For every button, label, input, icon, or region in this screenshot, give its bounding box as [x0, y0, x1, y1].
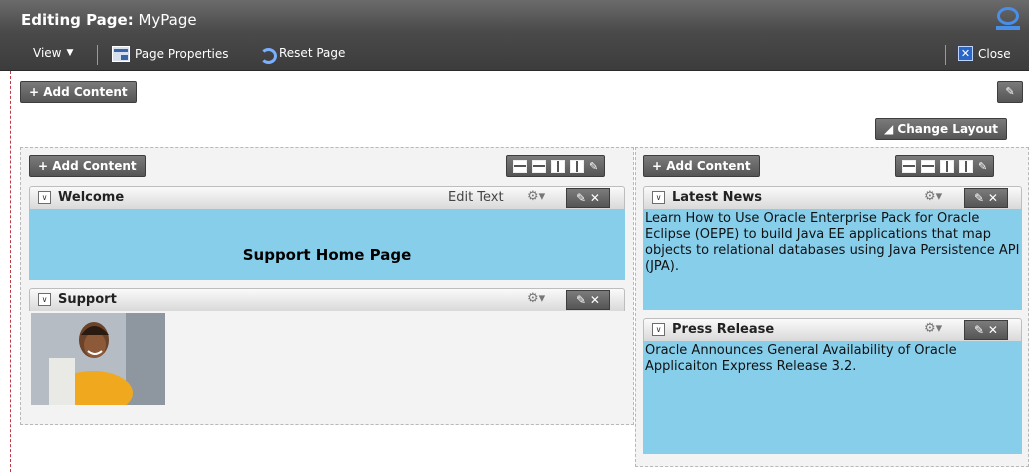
layout-columns-icon[interactable]	[940, 159, 954, 173]
support-agent-image	[31, 313, 165, 405]
gear-icon[interactable]: ⚙▾	[924, 321, 942, 336]
portlet-body: Oracle Announces General Availability of…	[643, 341, 1022, 454]
collapse-icon[interactable]: ∨	[652, 191, 665, 204]
portlet-body: Support Home Page	[29, 209, 625, 280]
right-column: + Add Content ✎ ∨ Latest News ⚙▾ ✎ ✕ Lea…	[635, 147, 1029, 467]
portlet-edit-close-buttons[interactable]: ✎ ✕	[566, 188, 610, 208]
edit-page-button[interactable]: ✎	[997, 81, 1023, 103]
page-properties-icon	[112, 46, 130, 62]
portlet-header: ∨ Press Release ⚙▾ ✎ ✕	[643, 318, 1022, 342]
page-editor-header: Editing Page: MyPage View ▼ Page Propert…	[0, 0, 1029, 71]
pencil-icon[interactable]: ✎	[589, 160, 598, 173]
add-content-button[interactable]: + Add Content	[29, 155, 146, 177]
portlet-title: Latest News	[672, 190, 763, 205]
portlet-title: Press Release	[672, 322, 775, 337]
page-properties-button[interactable]: Page Properties	[112, 46, 229, 62]
close-icon: ✕	[958, 46, 973, 61]
oracle-o-icon	[996, 7, 1020, 30]
layout-columns-icon[interactable]	[959, 159, 973, 173]
pencil-icon[interactable]: ✎	[978, 160, 987, 173]
page-title: Editing Page: MyPage	[21, 11, 197, 29]
chevron-down-icon: ▼	[66, 48, 74, 58]
layout-columns-icon[interactable]	[570, 159, 584, 173]
portlet-support: ∨ Support ⚙▾ ✎ ✕	[29, 288, 625, 410]
support-home-heading: Support Home Page	[242, 246, 412, 264]
layout-columns-icon[interactable]	[551, 159, 565, 173]
portlet-title: Support	[58, 292, 117, 307]
gear-icon[interactable]: ⚙▾	[527, 189, 545, 204]
press-release-text: Oracle Announces General Availability of…	[645, 343, 957, 374]
portlet-title: Welcome	[58, 190, 125, 205]
toolbar-divider	[97, 45, 98, 65]
page-canvas: + Add Content ✎ ◢ Change Layout + Add Co…	[10, 71, 1029, 472]
portlet-edit-close-buttons[interactable]: ✎ ✕	[964, 188, 1008, 208]
add-content-button[interactable]: + Add Content	[20, 81, 137, 103]
portlet-latest-news: ∨ Latest News ⚙▾ ✎ ✕ Learn How to Use Or…	[643, 186, 1022, 310]
layout-rows-icon[interactable]	[513, 159, 527, 173]
portlet-welcome: ∨ Welcome Edit Text ⚙▾ ✎ ✕ Support Home …	[29, 186, 625, 282]
layout-rows-icon[interactable]	[902, 159, 916, 173]
gear-icon[interactable]: ⚙▾	[527, 291, 545, 306]
layout-rows-icon[interactable]	[532, 159, 546, 173]
pencil-icon: ✎	[1005, 85, 1015, 98]
view-menu[interactable]: View ▼	[33, 46, 73, 60]
undo-icon	[258, 46, 277, 64]
portlet-edit-close-buttons[interactable]: ✎ ✕	[566, 290, 610, 310]
portlet-body: Learn How to Use Oracle Enterprise Pack …	[643, 209, 1022, 310]
column-layout-toolbar: ✎	[895, 155, 995, 177]
portlet-press-release: ∨ Press Release ⚙▾ ✎ ✕ Oracle Announces …	[643, 318, 1022, 454]
edit-text-link[interactable]: Edit Text	[448, 190, 504, 205]
close-button[interactable]: ✕ Close	[958, 46, 1011, 61]
news-text: Learn How to Use Oracle Enterprise Pack …	[645, 211, 1020, 274]
collapse-icon[interactable]: ∨	[38, 191, 51, 204]
layout-rows-icon[interactable]	[921, 159, 935, 173]
gear-icon[interactable]: ⚙▾	[924, 189, 942, 204]
reset-page-button[interactable]: Reset Page	[258, 46, 345, 64]
collapse-icon[interactable]: ∨	[38, 293, 51, 306]
left-column: + Add Content ✎ ∨ Welcome Edit Text ⚙▾ ✎…	[20, 147, 634, 425]
portlet-header: ∨ Welcome Edit Text ⚙▾ ✎ ✕	[29, 186, 625, 210]
add-content-button[interactable]: + Add Content	[643, 155, 760, 177]
portlet-body	[29, 311, 625, 408]
portlet-edit-close-buttons[interactable]: ✎ ✕	[964, 320, 1008, 340]
change-layout-button[interactable]: ◢ Change Layout	[875, 118, 1008, 140]
column-layout-toolbar: ✎	[506, 155, 606, 177]
portlet-header: ∨ Latest News ⚙▾ ✎ ✕	[643, 186, 1022, 210]
portlet-header: ∨ Support ⚙▾ ✎ ✕	[29, 288, 625, 312]
editor-toolbar: View ▼ Page Properties Reset Page ✕ Clos…	[0, 41, 1029, 69]
toolbar-divider	[945, 45, 946, 65]
collapse-icon[interactable]: ∨	[652, 323, 665, 336]
